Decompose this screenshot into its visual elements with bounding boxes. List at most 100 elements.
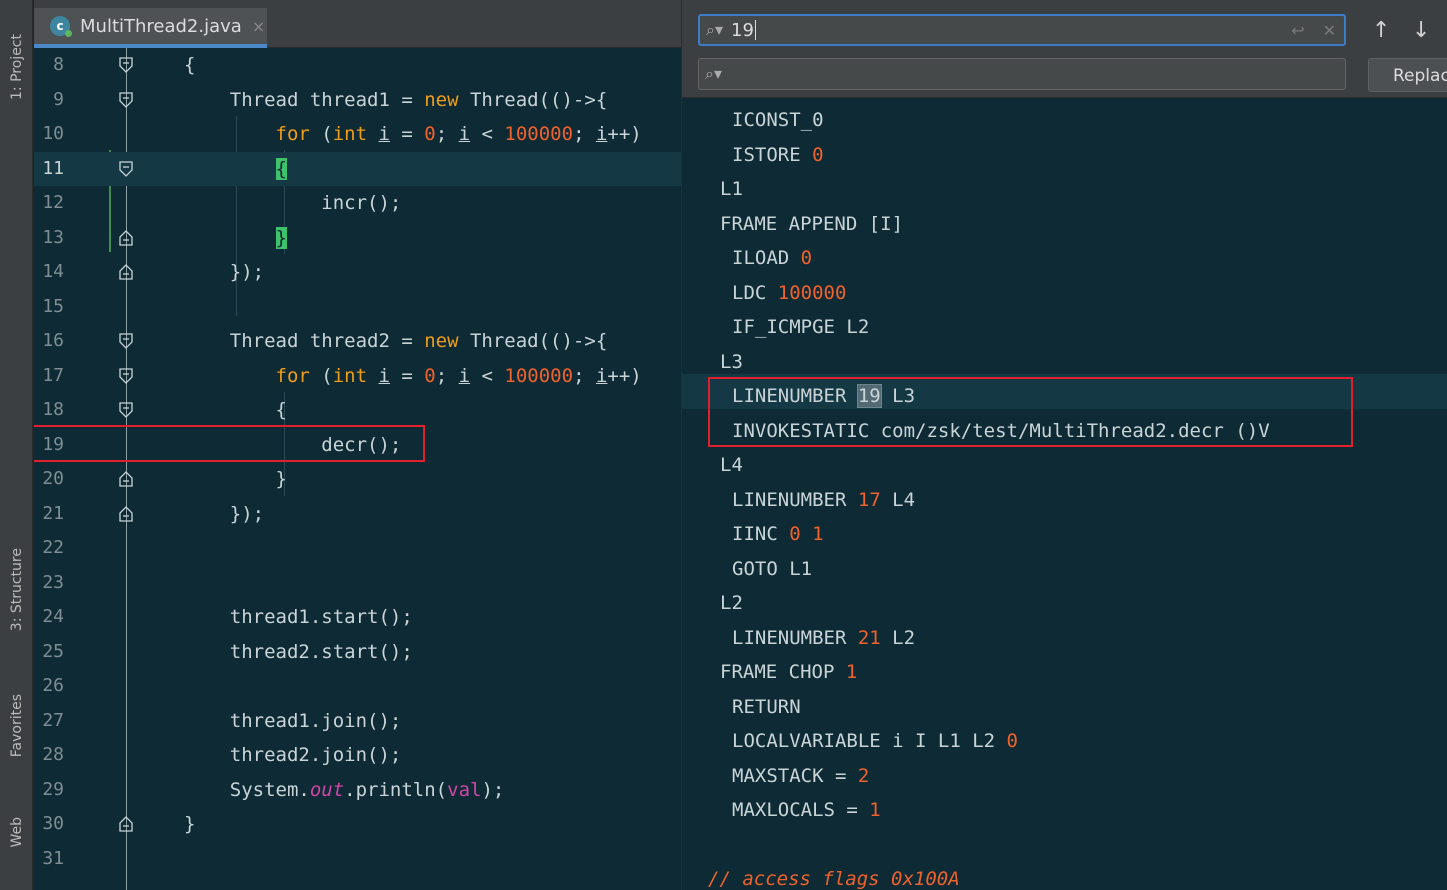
tool-window-strip: 1: Project 3: Structure Favorites Web [0,0,33,890]
code-text: incr(); [184,192,402,214]
code-line: 9 Thread thread1 = new Thread(()->{ [34,83,681,118]
code-line: 13 } [34,221,681,256]
code-line: 29 System.out.println(val); [34,773,681,808]
fold-open-icon[interactable] [119,91,133,108]
line-number: 29 [42,778,64,800]
code-line: 10 for (int i = 0; i < 100000; i++) [34,117,681,152]
line-number: 18 [42,399,64,420]
line-number: 16 [42,330,64,351]
line-number: 15 [42,295,64,317]
code-line: 16 Thread thread2 = new Thread(()->{ [34,324,681,359]
favorites-tool-button[interactable]: Favorites [0,676,33,776]
code-text: { [184,54,196,76]
bytecode-line: IF_ICMPGE L2 [732,316,870,338]
replace-button[interactable]: Replace [1368,58,1447,92]
code-text: thread2.start(); [184,640,413,663]
fold-close-icon[interactable] [119,471,133,487]
find-replace-bar: ⌕▾ 19 ↩ ✕ ↑ ↓ ⌕▾ Replace [682,0,1447,98]
bytecode-line: MAXSTACK = 2 [732,764,870,787]
bytecode-line: ISTORE 0 [732,143,824,166]
code-text: thread1.start(); [184,606,413,628]
fold-open-icon[interactable] [119,160,133,177]
code-line: 14 }); [34,255,681,290]
bytecode-line: RETURN [732,695,801,718]
close-tab-icon[interactable]: × [252,17,265,36]
code-line: 30 } [34,807,681,842]
next-occurrence-icon[interactable]: ↓ [1412,18,1430,43]
fold-close-icon[interactable] [119,264,133,280]
bytecode-line: LINENUMBER 17 L4 [732,488,916,511]
line-number: 9 [53,88,64,110]
annotation-box-linenumber-19 [708,377,1353,447]
search-input[interactable]: ⌕▾ 19 ↩ ✕ [698,14,1346,46]
code-line: 15 [34,290,681,325]
code-text: for (int i = 0; i < 100000; i++) [275,364,642,387]
line-number: 25 [42,640,64,662]
bytecode-text[interactable]: ICONST_0 ISTORE 0 L1 FRAME APPEND [I] IL… [682,98,1447,890]
fold-close-icon[interactable] [119,816,133,832]
code-text: { [275,157,287,180]
newline-icon[interactable]: ↩ [1291,21,1304,40]
bytecode-line: L2 [720,592,743,614]
code-editor[interactable]: c MultiThread2.java × 8 { 9 Thread threa… [34,0,681,890]
previous-occurrence-icon[interactable]: ↑ [1372,18,1390,43]
line-number: 27 [42,709,64,731]
code-text: }); [184,502,265,525]
bytecode-line: L1 [720,178,743,200]
search-value: 19 [731,19,754,41]
line-number: 14 [42,261,64,282]
fold-open-icon[interactable] [119,333,133,349]
line-number: 10 [42,123,64,144]
code-text: System.out.println(val); [184,778,505,801]
code-line: 23 [34,566,681,601]
fold-open-icon[interactable] [119,57,133,73]
replace-input[interactable]: ⌕▾ [698,58,1346,90]
code-line: 22 [34,531,681,566]
code-text: Thread thread2 = new Thread(()->{ [184,330,608,352]
code-line: 31 [34,842,681,877]
bytecode-line: FRAME CHOP 1 [720,661,858,683]
code-text: } [184,813,196,835]
tab-multithread2-java[interactable]: c MultiThread2.java × [34,8,267,48]
bytecode-comment: // access flags 0x100A [708,868,960,890]
line-number: 11 [42,157,64,179]
code-line: 27 thread1.join(); [34,704,681,739]
code-line: 12 incr(); [34,186,681,221]
fold-close-icon[interactable] [119,229,133,246]
line-number: 24 [42,606,64,627]
bytecode-line: LINENUMBER 21 L2 [732,626,916,649]
project-tool-button[interactable]: 1: Project [0,14,33,120]
line-number: 31 [42,847,64,869]
code-line: 21 }); [34,497,681,532]
code-line: 25 thread2.start(); [34,635,681,670]
bytecode-line: ICONST_0 [732,109,824,131]
web-tool-label: Web [8,816,25,848]
annotation-box-line-19 [34,425,425,462]
bytecode-line: LOCALVARIABLE i I L1 L2 0 [732,730,1018,752]
code-text: }); [184,261,265,283]
code-text: } [275,226,287,249]
code-line: 26 [34,669,681,704]
bytecode-line: IINC 0 1 [732,523,824,545]
line-number: 23 [42,571,64,593]
bytecode-line: L4 [720,454,743,476]
line-number: 12 [42,192,64,213]
code-line: 18 { [34,393,681,428]
structure-tool-button[interactable]: 3: Structure [0,530,33,650]
bytecode-viewer[interactable]: ⌕▾ 19 ↩ ✕ ↑ ↓ ⌕▾ Replace ICONST_0 ISTORE… [681,0,1447,890]
bytecode-line: ILOAD 0 [732,247,813,269]
fold-open-icon[interactable] [119,367,133,384]
line-number: 17 [42,364,64,386]
web-tool-button[interactable]: Web [0,800,33,864]
bytecode-line: GOTO L1 [732,557,813,580]
clear-icon[interactable]: ✕ [1323,21,1336,40]
code-area[interactable]: 8 { 9 Thread thread1 = new Thread(()->{ … [34,48,681,890]
search-icon: ⌕▾ [706,20,723,39]
line-number: 8 [53,54,64,75]
bytecode-line: L3 [720,350,743,373]
fold-open-icon[interactable] [119,402,133,418]
code-text: for (int i = 0; i < 100000; i++) [275,123,642,145]
code-text: thread1.join(); [184,709,402,732]
editor-tab-bar: c MultiThread2.java × [34,0,681,48]
fold-close-icon[interactable] [119,505,133,522]
